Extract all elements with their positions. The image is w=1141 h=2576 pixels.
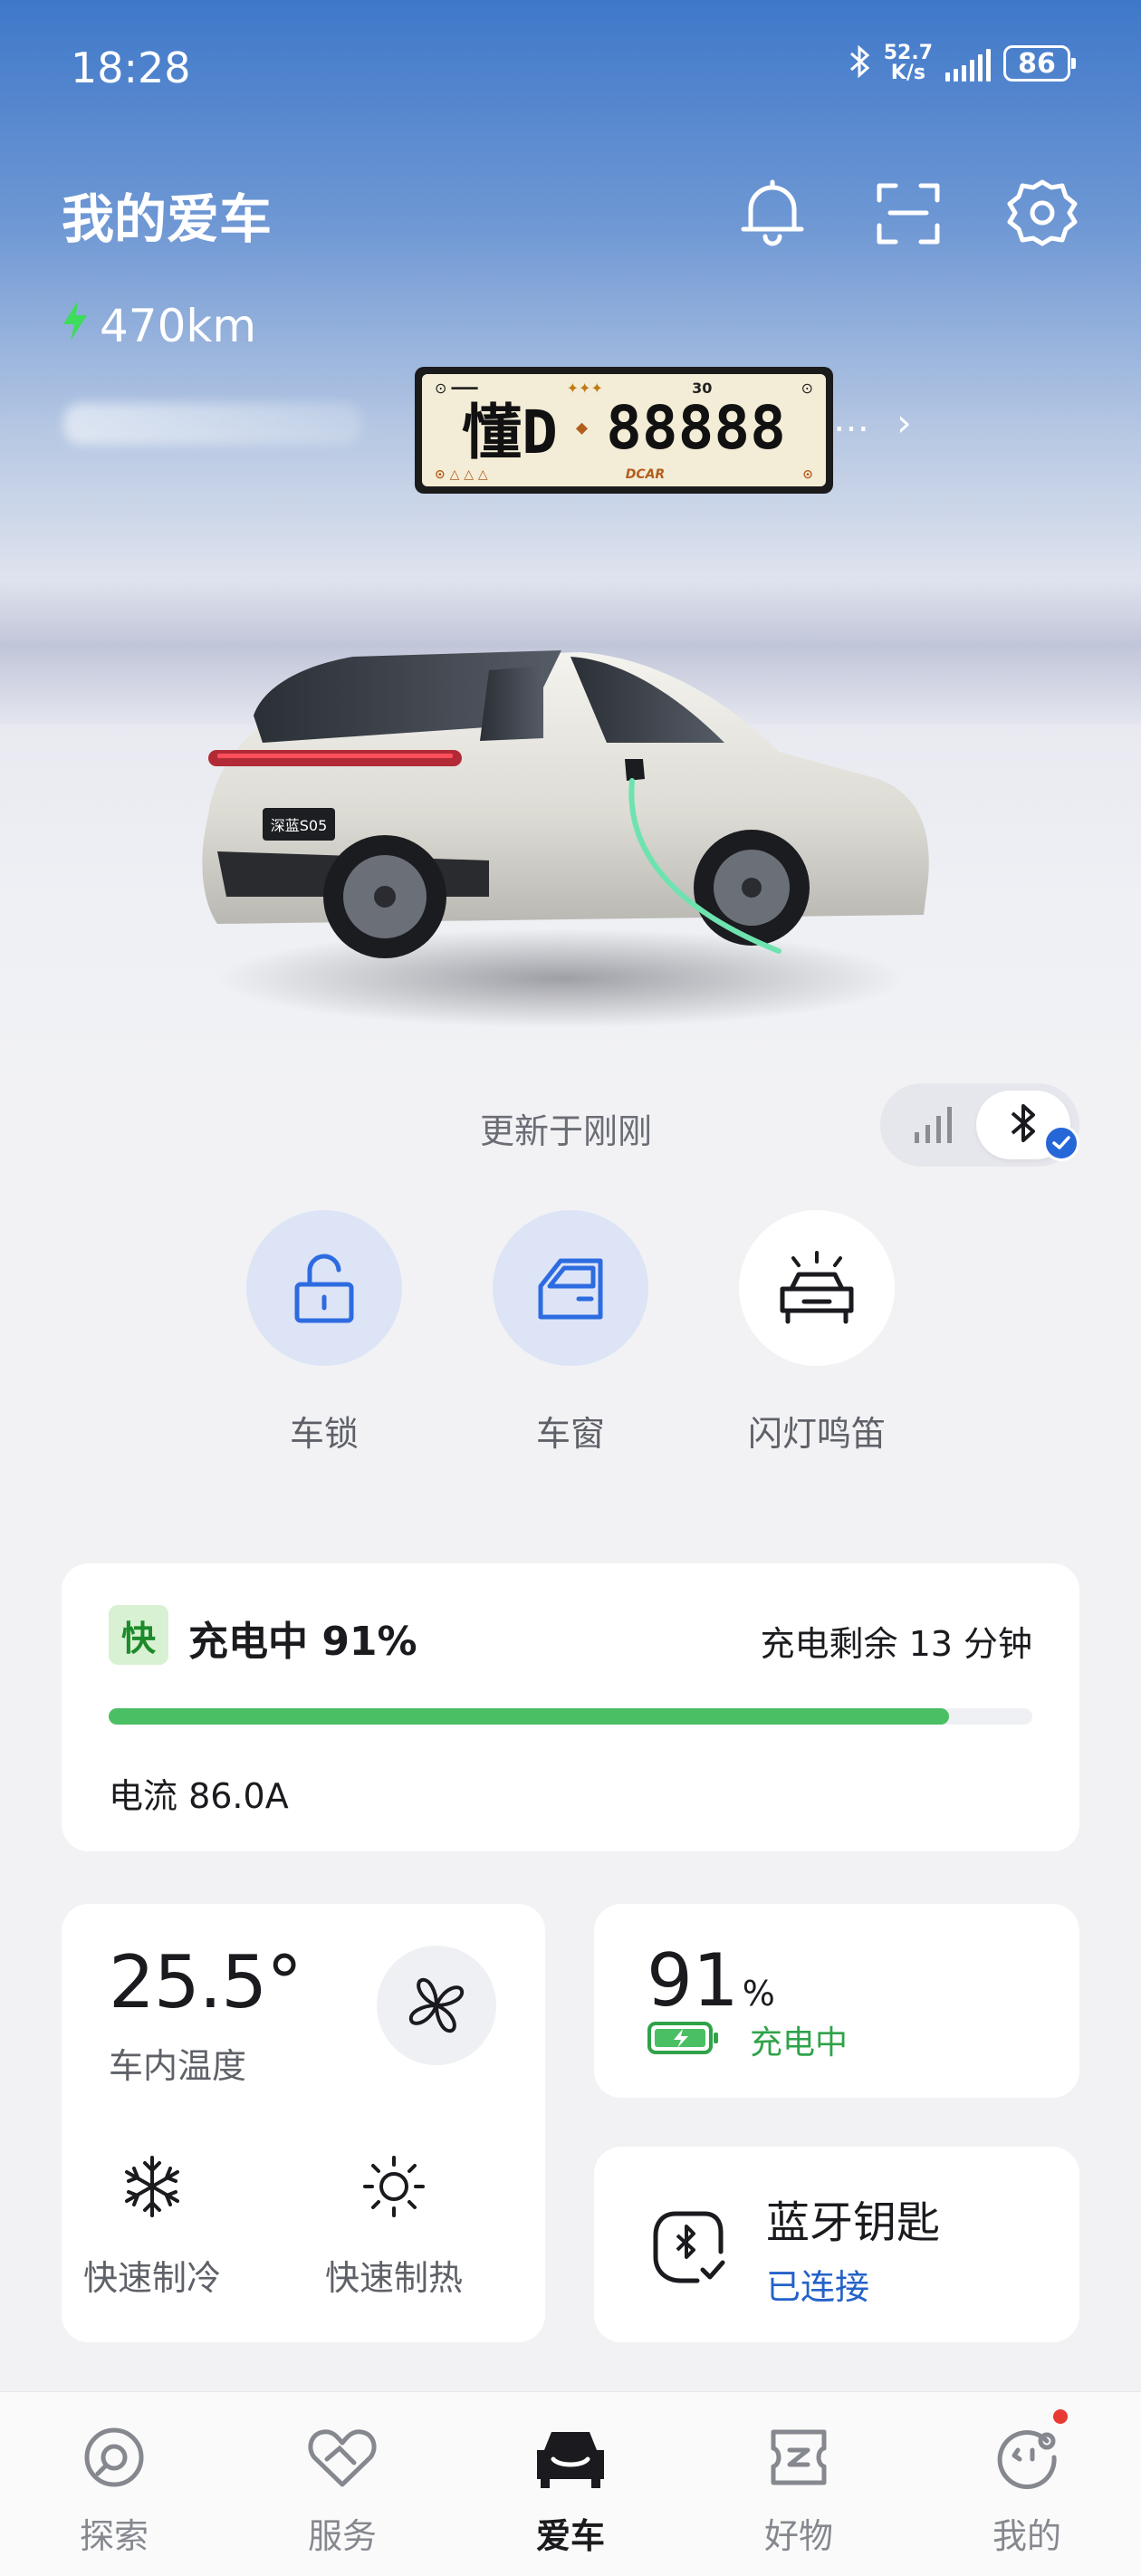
nav-shop-label: 好物 bbox=[763, 2516, 833, 2556]
car-window-action[interactable]: 车窗 bbox=[493, 1210, 648, 1456]
window-icon[interactable] bbox=[493, 1210, 648, 1366]
profile-icon bbox=[992, 2423, 1061, 2495]
scan-icon[interactable] bbox=[868, 172, 949, 254]
battery-charging-status: 充电中 bbox=[750, 2024, 849, 2062]
bluetooth-key-status: 已连接 bbox=[766, 2267, 870, 2307]
network-speed-value: 52.7 bbox=[883, 42, 933, 64]
settings-gear-icon[interactable] bbox=[1002, 172, 1083, 254]
car-lock-action[interactable]: 车锁 bbox=[246, 1210, 402, 1456]
battery-indicator: 86 bbox=[1003, 45, 1076, 82]
plate-bottom-strip: ⊙ △ △ △ DCAR ⊙ bbox=[435, 467, 813, 482]
network-speed-unit: K/s bbox=[890, 62, 925, 84]
charging-remaining-time: 充电剩余 13 分钟 bbox=[760, 1624, 1032, 1664]
charging-battery-icon bbox=[647, 2020, 721, 2060]
nav-profile[interactable]: 我的 bbox=[954, 2423, 1099, 2558]
unlock-icon[interactable] bbox=[246, 1210, 402, 1366]
battery-soc: 91% bbox=[647, 1938, 775, 2023]
charging-progress-fill bbox=[109, 1708, 950, 1725]
vehicle-name-ellipsis: … bbox=[833, 399, 869, 440]
charging-card[interactable]: 快 充电中 91% 充电剩余 13 分钟 电流 86.0A bbox=[62, 1563, 1079, 1851]
climate-card[interactable]: 25.5° 车内温度 快速制冷 快速制热 bbox=[62, 1904, 545, 2342]
lightning-icon bbox=[60, 299, 91, 353]
cabin-temperature-label: 车内温度 bbox=[109, 2046, 247, 2086]
car-icon bbox=[532, 2423, 609, 2495]
quick-cool-label: 快速制冷 bbox=[82, 2258, 221, 2298]
nav-shop[interactable]: 好物 bbox=[726, 2423, 871, 2558]
quick-cool-button[interactable]: 快速制冷 bbox=[62, 2154, 243, 2300]
notification-dot bbox=[1053, 2409, 1068, 2424]
nav-explore-label: 探索 bbox=[79, 2516, 149, 2556]
snowflake-icon bbox=[120, 2154, 185, 2223]
sun-icon bbox=[361, 2154, 427, 2223]
plate-brand: DCAR bbox=[625, 467, 666, 482]
driving-range: 470km bbox=[60, 299, 256, 353]
bluetooth-status-icon bbox=[848, 43, 871, 83]
fan-icon[interactable] bbox=[377, 1946, 496, 2065]
notification-bell-icon[interactable] bbox=[732, 172, 813, 254]
bluetooth-key-card[interactable]: 蓝牙钥匙 已连接 bbox=[594, 2147, 1079, 2342]
service-icon bbox=[307, 2423, 378, 2495]
cellular-signal-icon bbox=[945, 45, 991, 82]
range-value: 470km bbox=[100, 300, 257, 352]
car-flash-icon[interactable] bbox=[739, 1210, 895, 1366]
quick-heat-label: 快速制热 bbox=[324, 2258, 463, 2298]
explore-icon bbox=[80, 2423, 149, 2495]
plate-emblem-icon: ◆ bbox=[575, 416, 589, 439]
charging-current: 电流 86.0A bbox=[109, 1776, 289, 1816]
fast-charge-badge: 快 bbox=[109, 1605, 168, 1665]
cabin-temperature: 25.5° bbox=[109, 1940, 302, 2024]
battery-soc-value: 91 bbox=[647, 1938, 739, 2023]
car-window-label: 车窗 bbox=[535, 1414, 605, 1454]
network-speed: 52.7 K/s bbox=[884, 43, 933, 83]
nav-service-label: 服务 bbox=[307, 2516, 377, 2556]
nav-profile-label: 我的 bbox=[992, 2516, 1061, 2556]
charging-status: 充电中 91% bbox=[188, 1619, 417, 1665]
shop-icon bbox=[764, 2423, 833, 2495]
nav-car-label: 爱车 bbox=[535, 2516, 605, 2556]
blurred-vehicle-name bbox=[63, 403, 362, 445]
charging-progress-bar bbox=[109, 1708, 1032, 1725]
nav-service[interactable]: 服务 bbox=[270, 2423, 415, 2558]
page-title: 我的爱车 bbox=[62, 188, 273, 250]
car-image: 深蓝S05 bbox=[181, 625, 960, 1051]
car-badge-text: 深蓝S05 bbox=[271, 817, 328, 834]
connected-check-icon bbox=[1043, 1125, 1079, 1161]
status-time: 18:28 bbox=[71, 43, 191, 92]
flash-horn-action[interactable]: 闪灯鸣笛 bbox=[739, 1210, 895, 1456]
quick-heat-button[interactable]: 快速制热 bbox=[303, 2154, 484, 2300]
flash-horn-label: 闪灯鸣笛 bbox=[747, 1414, 886, 1454]
license-plate: ⊙ ━━━ ✦✦✦ 30 ⊙ 懂D ◆ 88888 ⊙ △ △ △ DCAR ⊙ bbox=[415, 367, 833, 494]
bluetooth-icon bbox=[1008, 1101, 1039, 1149]
chevron-right-icon[interactable]: › bbox=[896, 400, 912, 445]
app-root: 18:28 52.7 K/s 86 我的爱车 470km … › ⊙ ━━━ ✦… bbox=[0, 0, 1141, 2576]
bottom-navigation: 探索 服务 爱车 好物 我的 bbox=[0, 2391, 1141, 2576]
nav-car[interactable]: 爱车 bbox=[498, 2423, 643, 2558]
cellular-mode-icon[interactable] bbox=[911, 1103, 954, 1150]
battery-soc-unit: % bbox=[742, 1974, 775, 2014]
status-indicators: 52.7 K/s 86 bbox=[848, 43, 1076, 83]
car-lock-label: 车锁 bbox=[289, 1414, 359, 1454]
bluetooth-key-icon bbox=[650, 2206, 728, 2292]
battery-card[interactable]: 91% 充电中 bbox=[594, 1904, 1079, 2098]
update-time-text: 更新于刚刚 bbox=[480, 1111, 653, 1151]
bluetooth-key-title: 蓝牙钥匙 bbox=[766, 2197, 941, 2248]
plate-province: 懂D bbox=[462, 398, 558, 467]
plate-number: 88888 bbox=[606, 392, 786, 463]
nav-explore[interactable]: 探索 bbox=[42, 2423, 187, 2558]
